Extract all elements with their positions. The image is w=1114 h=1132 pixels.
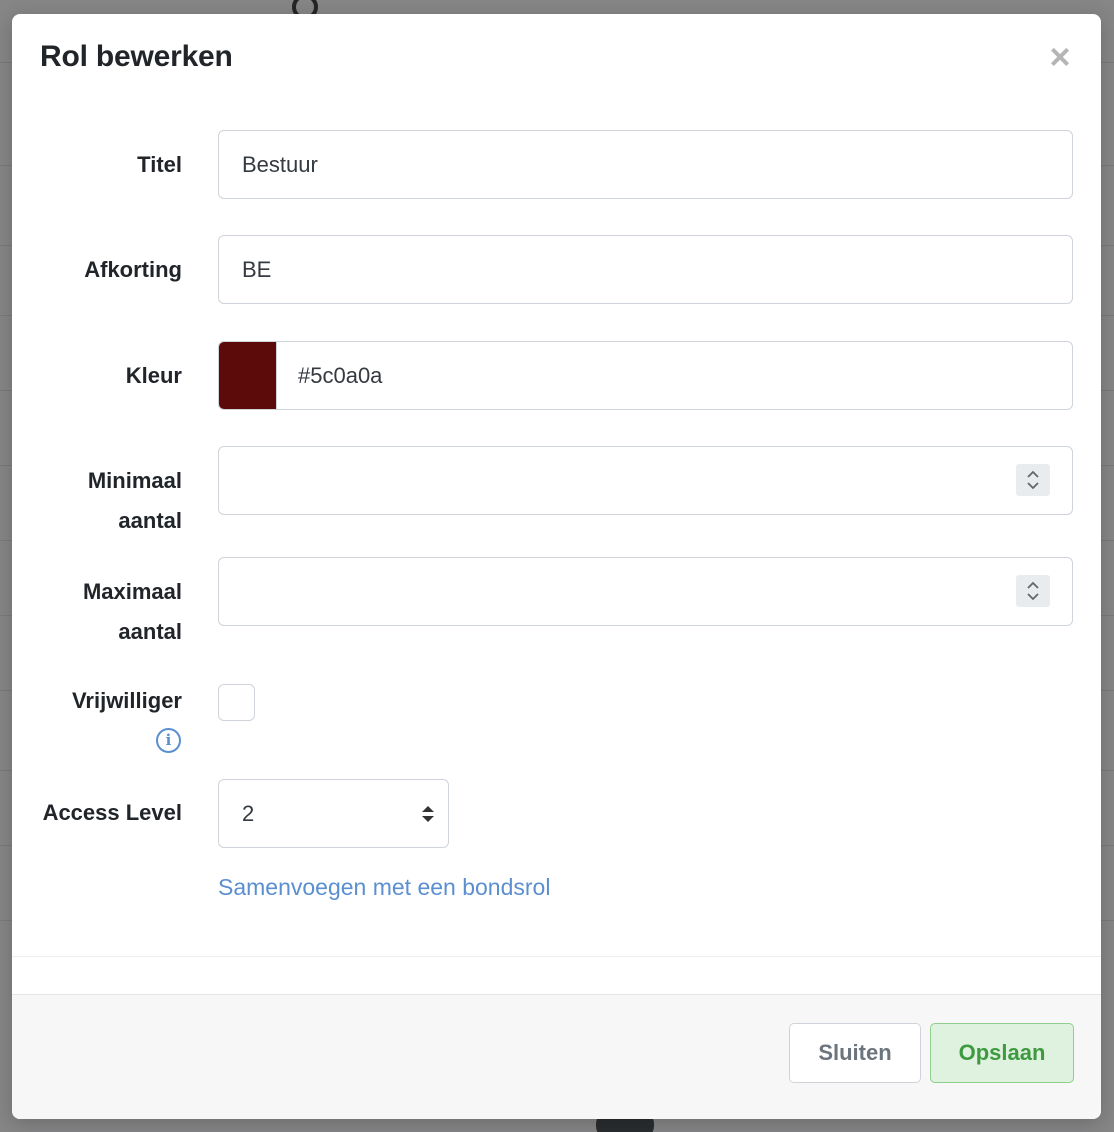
title-input[interactable]: Bestuur [218, 130, 1073, 199]
spinner-icon[interactable] [1016, 464, 1050, 496]
title-row: Titel Bestuur [12, 130, 1101, 199]
minimum-count-input[interactable] [218, 446, 1073, 515]
color-input[interactable]: #5c0a0a [218, 341, 1073, 410]
maximum-count-row: Maximaal aantal [12, 557, 1101, 647]
maximum-count-input[interactable] [218, 557, 1073, 626]
access-level-value: 2 [242, 800, 255, 826]
modal-header: Rol bewerken × [12, 14, 1101, 106]
merge-with-federation-role-link[interactable]: Samenvoegen met een bondsrol [218, 874, 550, 901]
select-arrows-icon [422, 806, 434, 822]
access-level-label: Access Level [42, 800, 182, 825]
volunteer-checkbox[interactable] [218, 684, 255, 721]
maximum-count-label-line1: Maximaal [82, 579, 182, 604]
minimum-count-label-line2: aantal [118, 508, 182, 533]
minimum-count-label-line1: Minimaal [87, 468, 182, 493]
minimum-count-label: Minimaal aantal [12, 461, 182, 541]
save-button[interactable]: Opslaan [930, 1023, 1074, 1083]
abbreviation-label: Afkorting [84, 257, 182, 282]
modal-body-divider [12, 956, 1101, 957]
maximum-count-label: Maximaal aantal [12, 572, 182, 652]
modal-footer: Sluiten Opslaan [12, 994, 1101, 1119]
abbreviation-row: Afkorting BE [12, 235, 1101, 304]
color-label: Kleur [125, 363, 182, 388]
color-input-value: #5c0a0a [298, 362, 383, 388]
color-row: Kleur #5c0a0a [12, 341, 1101, 410]
spinner-icon[interactable] [1016, 575, 1050, 607]
volunteer-label: Vrijwilliger [71, 688, 182, 713]
info-icon[interactable]: i [156, 728, 181, 753]
volunteer-row: Vrijwilliger i [12, 681, 1101, 761]
maximum-count-label-line2: aantal [118, 619, 182, 644]
abbreviation-input-value: BE [242, 256, 272, 282]
access-level-row: Access Level 2 [12, 779, 1101, 848]
abbreviation-input[interactable]: BE [218, 235, 1073, 304]
color-swatch[interactable] [219, 342, 277, 409]
modal-title: Rol bewerken [40, 40, 233, 73]
close-icon[interactable]: × [1045, 39, 1075, 75]
access-level-select[interactable]: 2 [218, 779, 449, 848]
close-button[interactable]: Sluiten [789, 1023, 921, 1083]
title-label: Titel [137, 152, 182, 177]
minimum-count-row: Minimaal aantal [12, 446, 1101, 536]
edit-role-modal: Rol bewerken × Titel Bestuur Afkorting B… [12, 14, 1101, 1119]
title-input-value: Bestuur [242, 151, 318, 177]
